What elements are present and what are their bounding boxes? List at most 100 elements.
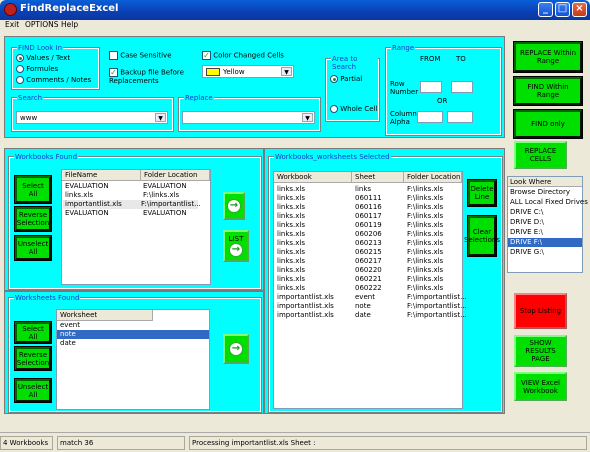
title-bar[interactable]: FindReplaceExcel _ □ × [0, 0, 590, 20]
look-where-list[interactable]: Look Where Browse Directory ALL Local Fi… [507, 176, 588, 273]
replace-label: Replace [184, 94, 214, 102]
view-excel-button[interactable]: VIEW Excel Workbook [514, 372, 567, 401]
selected-sheets-panel: Workbooks_worksheets Selected Workbook S… [264, 148, 505, 414]
close-button[interactable]: × [572, 2, 587, 17]
menu-options[interactable]: OPTIONS [25, 20, 59, 29]
replace-within-range-button[interactable]: REPLACE Within Range [513, 41, 583, 73]
add-workbook-button[interactable]: → [223, 192, 245, 220]
find-look-in-group: FIND Look In Values / Text Formules Comm… [11, 44, 100, 90]
arrow-right-icon: → [227, 199, 241, 213]
column-header[interactable]: Workbook [274, 172, 352, 183]
chevron-down-icon[interactable]: ▼ [302, 113, 313, 122]
color-swatch [206, 68, 220, 76]
checkbox-checked-icon[interactable]: ✓ [202, 51, 211, 60]
look-where-item[interactable]: DRIVE D:\ [510, 218, 544, 227]
worksheets-found-label: Worksheets Found [14, 294, 81, 302]
look-where-item[interactable]: Browse Directory [510, 188, 570, 197]
table-row-selected[interactable]: importantlist.xls F:\importantlist... [63, 200, 201, 209]
radio-icon[interactable] [16, 65, 24, 73]
chevron-down-icon[interactable]: ▼ [155, 113, 166, 122]
chevron-down-icon[interactable]: ▼ [281, 67, 292, 76]
case-sensitive-checkbox[interactable]: Case Sensitive [109, 51, 172, 60]
column-header[interactable]: Worksheet [57, 310, 153, 321]
col-from-input[interactable] [417, 111, 443, 123]
table-row[interactable]: event [60, 321, 80, 330]
search-label: Search [17, 94, 44, 102]
search-group: Search www ▼ [11, 94, 174, 132]
row-from-input[interactable] [420, 81, 442, 93]
look-where-item-selected[interactable]: DRIVE F:\ [508, 238, 582, 247]
window-title: FindReplaceExcel [20, 3, 119, 14]
menu-exit[interactable]: Exit [5, 20, 19, 29]
look-in-formules-option[interactable]: Formules [16, 65, 58, 73]
column-header[interactable]: Folder Location [404, 172, 462, 183]
list-button[interactable]: LIST → [223, 230, 249, 262]
status-processing: Processing importantlist.xls Sheet : [189, 436, 587, 450]
clear-selections-button[interactable]: Clear Selections [464, 215, 500, 257]
minimize-button[interactable]: _ [538, 2, 553, 17]
list-button-label: LIST [228, 235, 244, 243]
column-alpha-label: Column Alpha [390, 110, 417, 126]
area-to-search-group: Area to Search Partial Whole Cell [325, 55, 380, 122]
maximize-button[interactable]: □ [555, 2, 570, 17]
search-input[interactable]: www ▼ [16, 111, 168, 124]
area-partial-option[interactable]: Partial [330, 75, 362, 83]
row-to-input[interactable] [451, 81, 473, 93]
look-in-comments-option[interactable]: Comments / Notes [16, 76, 91, 84]
table-row[interactable]: links.xls F:\links.xls [65, 191, 179, 200]
selected-sheets-label: Workbooks_worksheets Selected [274, 153, 391, 161]
table-row-selected[interactable]: note [57, 330, 209, 339]
ws-select-all-button[interactable]: Select All [14, 321, 52, 344]
area-whole-cell-option[interactable]: Whole Cell [330, 105, 377, 113]
range-from-label: FROM [420, 55, 441, 63]
radio-icon[interactable] [330, 105, 338, 113]
wb-select-all-button[interactable]: Select All [14, 175, 52, 204]
checkbox-icon[interactable] [109, 51, 118, 60]
ws-unselect-all-button[interactable]: Unselect All [14, 378, 52, 403]
app-icon [4, 3, 17, 16]
column-header[interactable]: Sheet [352, 172, 404, 183]
worksheets-table[interactable]: Worksheet event note date [56, 309, 210, 410]
look-where-item[interactable]: ALL Local Fixed Drives [510, 198, 588, 207]
workbooks-table[interactable]: FileName Folder Location EVALUATION EVALU… [61, 169, 211, 285]
menu-help[interactable]: Help [61, 20, 78, 29]
ws-reverse-selection-button[interactable]: Reverse Selection [14, 346, 52, 371]
table-row[interactable]: EVALUATION EVALUATION [65, 182, 187, 191]
look-where-item[interactable]: DRIVE G:\ [510, 248, 544, 257]
replace-input[interactable]: ▼ [182, 111, 315, 124]
color-select[interactable]: Yellow ▼ [202, 65, 294, 78]
table-row[interactable]: date [60, 339, 76, 348]
selected-sheets-table[interactable]: Workbook Sheet Folder Location links.xls… [273, 171, 467, 409]
radio-icon[interactable] [330, 75, 338, 83]
column-header[interactable]: FileName [62, 170, 141, 181]
delete-line-button[interactable]: Delete Line [467, 179, 497, 207]
area-label: Area to Search [331, 55, 378, 71]
color-changed-checkbox[interactable]: ✓ Color Changed Cells [202, 51, 284, 60]
col-to-input[interactable] [447, 111, 473, 123]
checkbox-checked-icon[interactable]: ✓ [109, 68, 118, 77]
backup-checkbox[interactable]: ✓ Backup file Before Replacements [109, 68, 204, 85]
table-row[interactable]: EVALUATION EVALUATION [65, 209, 187, 218]
stop-listing-button[interactable]: Stop Listing [514, 293, 567, 329]
replace-cells-button[interactable]: REPLACE CELLS [514, 141, 567, 169]
range-to-label: TO [456, 55, 466, 63]
wb-unselect-all-button[interactable]: Unselect All [14, 235, 52, 261]
settings-panel: FIND Look In Values / Text Formules Comm… [4, 36, 505, 138]
look-where-header: Look Where [508, 177, 582, 187]
column-header[interactable]: Folder Location [141, 170, 210, 181]
add-worksheet-button[interactable]: → [223, 334, 249, 364]
radio-icon[interactable] [16, 76, 24, 84]
wb-reverse-selection-button[interactable]: Reverse Selection [14, 206, 52, 232]
radio-icon[interactable] [16, 54, 24, 62]
find-within-range-button[interactable]: FIND Within Range [513, 76, 583, 106]
row-number-label: Row Number [390, 80, 419, 96]
menu-bar: Exit OPTIONS Help [0, 20, 590, 32]
status-bar: 4 Workbooks match 36 Processing importan… [0, 432, 590, 452]
look-where-item[interactable]: DRIVE E:\ [510, 228, 543, 237]
show-results-button[interactable]: SHOW RESULTS PAGE [514, 335, 567, 367]
look-where-item[interactable]: DRIVE C:\ [510, 208, 543, 217]
find-only-button[interactable]: FIND only [513, 109, 583, 139]
look-in-values-option[interactable]: Values / Text [16, 54, 70, 62]
workbooks-found-panel: Workbooks Found Select All Reverse Selec… [4, 148, 264, 291]
arrow-right-icon: → [229, 243, 243, 257]
